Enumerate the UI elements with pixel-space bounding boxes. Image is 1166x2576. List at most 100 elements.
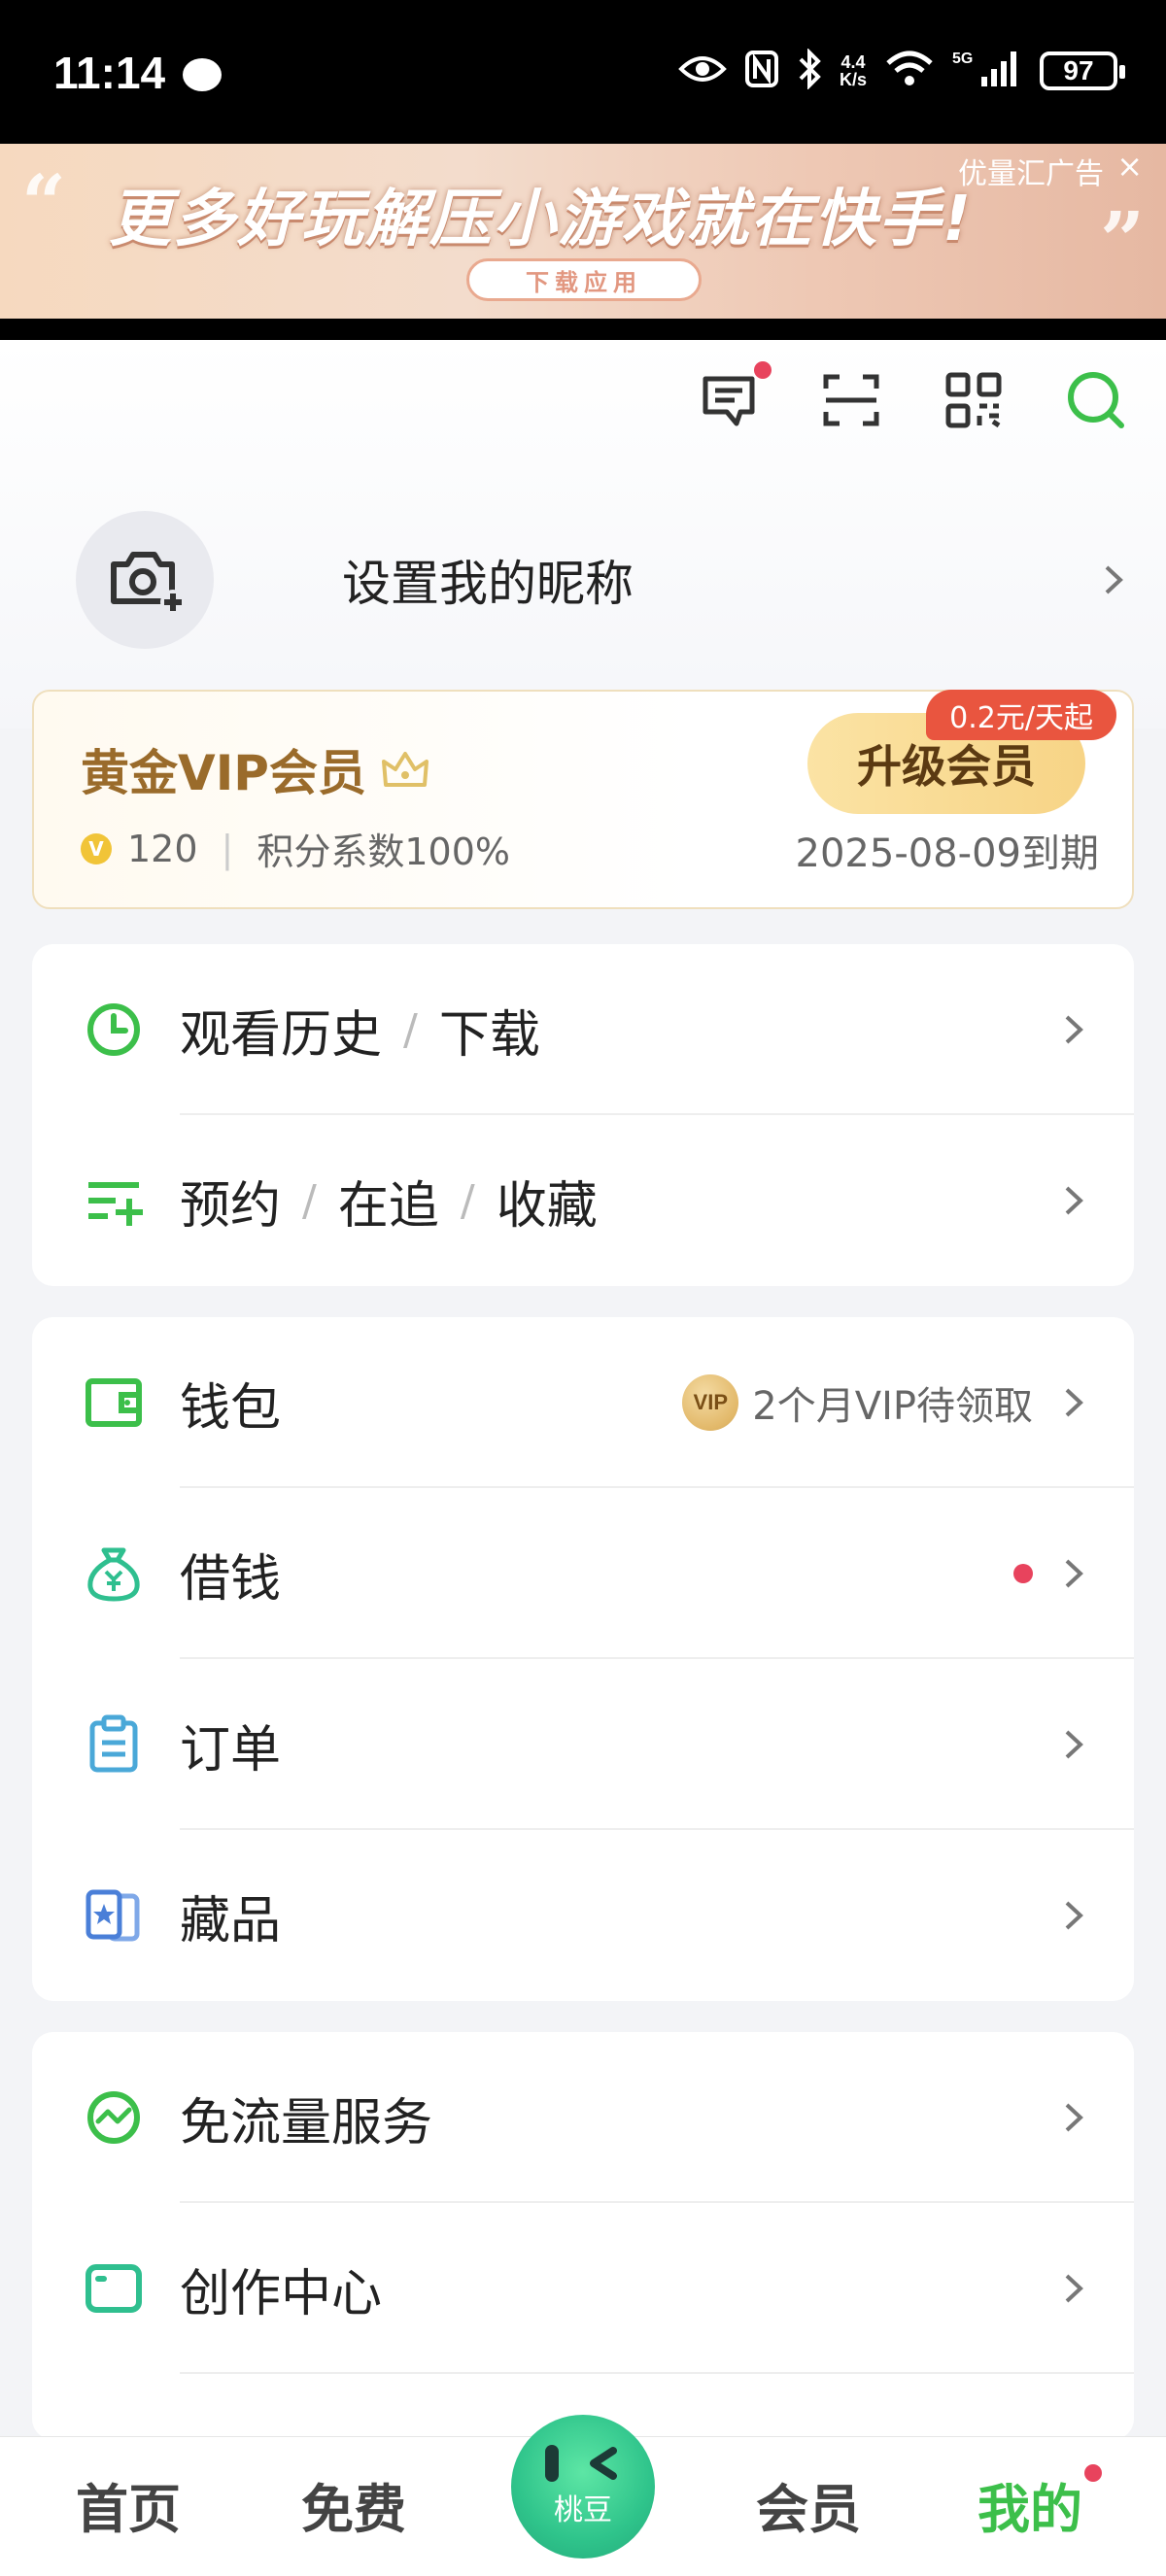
points-separator: |: [221, 827, 234, 870]
vip-title-text: 黄金VIP会员: [81, 745, 366, 801]
clipboard-icon: [83, 1713, 145, 1776]
scan-icon[interactable]: [820, 369, 882, 431]
nav-free[interactable]: 免费: [301, 2466, 406, 2543]
profile-row[interactable]: 设置我的昵称: [76, 511, 1125, 649]
creator-icon: [83, 2257, 145, 2320]
points-coefficient: 积分系数100%: [257, 830, 510, 873]
wifi-icon: [884, 50, 935, 92]
quote-close-icon: ”: [1099, 194, 1145, 286]
menu-label: 观看历史 / 下载: [180, 994, 540, 1067]
chevron-right-icon: [1062, 1183, 1085, 1218]
network-speed: 4.4 K/s: [839, 52, 867, 89]
nav-home[interactable]: 首页: [76, 2466, 181, 2543]
vip-coin-icon: VIP: [682, 1374, 739, 1431]
chevron-right-icon: [1062, 2100, 1085, 2135]
eye-icon: [678, 52, 727, 89]
star-card-icon: [83, 1884, 145, 1947]
vip-card[interactable]: 黄金VIP会员 V 120 | 积分系数100% 升级会员 0.2元/天起 20…: [32, 690, 1134, 909]
free-data-label: 免流量服务: [180, 2093, 433, 2152]
chat-notification-icon: [183, 58, 222, 91]
reserve-link[interactable]: 预约: [180, 1165, 281, 1237]
svg-text:5G: 5G: [952, 51, 973, 67]
ad-banner[interactable]: “ 更多好玩解压小游戏就在快手! ” 下载应用 优量汇广告 ×: [0, 144, 1166, 319]
menu-item-wallet[interactable]: 钱包 VIP 2个月VIP待领取: [32, 1317, 1134, 1488]
menu-card-finance: 钱包 VIP 2个月VIP待领取 借钱 订单 藏品: [32, 1317, 1134, 2001]
list-add-icon: [83, 1169, 145, 1232]
nfc-icon: [744, 50, 779, 92]
mascot-eye-right: [590, 2447, 617, 2480]
orders-label: 订单: [180, 1720, 282, 1779]
nav-center-button[interactable]: 桃豆: [511, 2415, 655, 2559]
wallet-icon: [83, 1372, 145, 1434]
ad-source-tag: 优量汇广告: [958, 157, 1104, 191]
creator-label: 创作中心: [180, 2264, 383, 2323]
chevron-right-icon: [1062, 1385, 1085, 1420]
chevron-right-icon: [1062, 1556, 1085, 1591]
crown-icon: [381, 752, 429, 787]
menu-item-orders[interactable]: 订单: [32, 1659, 1134, 1830]
bluetooth-icon: [797, 48, 822, 93]
favorites-link[interactable]: 收藏: [497, 1165, 598, 1237]
menu-item-collectibles[interactable]: 藏品: [32, 1830, 1134, 2001]
following-link[interactable]: 在追: [338, 1165, 439, 1237]
message-notification-dot: [754, 361, 772, 379]
vip-expiry: 2025-08-09到期: [795, 831, 1099, 876]
menu-item-creator-center[interactable]: 创作中心: [32, 2203, 1134, 2374]
top-toolbar: [698, 361, 1127, 431]
ad-headline: 更多好玩解压小游戏就在快手!: [109, 184, 974, 255]
money-bag-icon: [83, 1542, 145, 1605]
collectibles-label: 藏品: [180, 1891, 282, 1950]
qr-code-icon[interactable]: [943, 369, 1005, 431]
ad-divider: [0, 319, 1166, 340]
nav-mine[interactable]: 我的: [977, 2466, 1082, 2543]
points-coin-icon: V: [81, 832, 112, 864]
message-icon[interactable]: [698, 361, 772, 431]
chevron-right-icon: [1102, 562, 1125, 597]
wallet-label: 钱包: [180, 1378, 282, 1438]
row-divider: [180, 2372, 1134, 2374]
status-time: 11:14: [53, 48, 166, 98]
status-icons: 4.4 K/s 5G 97: [678, 48, 1125, 93]
menu-item-history-download[interactable]: 观看历史 / 下载: [32, 944, 1134, 1115]
loan-notification-dot: [1013, 1564, 1033, 1583]
quote-open-icon: “: [21, 157, 67, 249]
wallet-info-text: 2个月VIP待领取: [752, 1384, 1033, 1429]
chevron-right-icon: [1062, 1898, 1085, 1933]
nav-mine-notification-dot: [1084, 2464, 1102, 2482]
menu-item-free-data[interactable]: 免流量服务: [32, 2032, 1134, 2203]
camera-add-icon: [111, 552, 186, 615]
chevron-right-icon: [1062, 1727, 1085, 1762]
mascot-eye-left: [545, 2445, 559, 2482]
slash-separator: /: [403, 1004, 418, 1055]
search-icon[interactable]: [1065, 369, 1127, 431]
free-data-icon: [83, 2086, 145, 2149]
price-tag-badge: 0.2元/天起: [926, 690, 1116, 740]
vip-title: 黄金VIP会员: [81, 734, 430, 804]
history-link[interactable]: 观看历史: [180, 994, 382, 1067]
download-link[interactable]: 下载: [439, 994, 540, 1067]
avatar[interactable]: [76, 511, 214, 649]
menu-label: 预约 / 在追 / 收藏: [180, 1165, 598, 1237]
wallet-vip-reward[interactable]: VIP 2个月VIP待领取: [682, 1374, 1033, 1431]
chevron-right-icon: [1062, 2271, 1085, 2306]
battery-indicator: 97: [1040, 51, 1125, 90]
ad-download-button[interactable]: 下载应用: [466, 258, 702, 301]
chevron-right-icon: [1062, 1012, 1085, 1047]
status-bar: 11:14 4.4 K/s 5G 97: [0, 0, 1166, 144]
menu-item-loan[interactable]: 借钱: [32, 1488, 1134, 1659]
slash-separator: /: [460, 1175, 475, 1226]
vip-points: V 120 | 积分系数100%: [81, 822, 510, 875]
slash-separator: /: [302, 1175, 317, 1226]
nav-member[interactable]: 会员: [756, 2466, 861, 2543]
menu-card-history: 观看历史 / 下载 预约 / 在追 / 收藏: [32, 944, 1134, 1286]
mascot-face-icon: [545, 2445, 621, 2482]
ad-close-icon[interactable]: ×: [1116, 148, 1143, 185]
clock-icon: [83, 999, 145, 1061]
nickname-prompt: 设置我的昵称: [342, 556, 634, 612]
cellular-signal-icon: 5G: [952, 50, 1022, 92]
nav-center-label: 桃豆: [554, 2493, 612, 2527]
points-value: 120: [127, 827, 198, 870]
loan-label: 借钱: [180, 1549, 282, 1609]
menu-card-services: 免流量服务 创作中心: [32, 2032, 1134, 2440]
menu-item-reserve-follow-favorite[interactable]: 预约 / 在追 / 收藏: [32, 1115, 1134, 1286]
